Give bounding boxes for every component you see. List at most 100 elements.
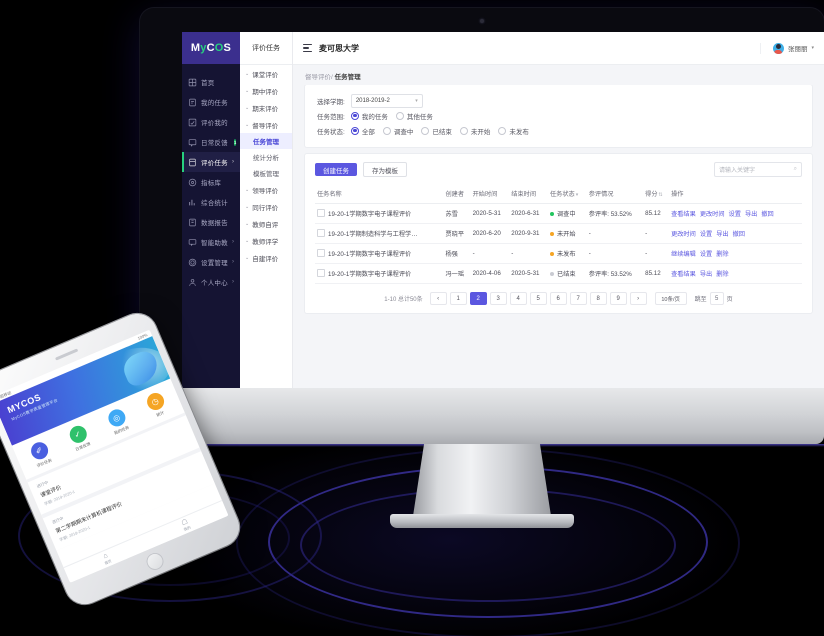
action-link-0[interactable]: 查看结果: [671, 211, 696, 218]
sidebar-item-8[interactable]: 智能助教 ›: [182, 232, 240, 252]
pagination-page-7[interactable]: 7: [569, 292, 587, 305]
task-name-text[interactable]: 19-20-1学期数字电子课程评价: [328, 209, 411, 218]
scope-radio-0[interactable]: 我的任务: [350, 111, 388, 121]
action-link-2[interactable]: 删除: [716, 251, 728, 258]
phone-quick-icon-3[interactable]: ◷ 统计: [140, 389, 174, 422]
menu-sub-item-3-2[interactable]: 模板管理: [240, 165, 292, 181]
logo-c: C: [206, 42, 215, 54]
sidebar-item-9[interactable]: 设置管理 ›: [182, 252, 240, 272]
menu-group-7[interactable]: ⌄ 教师评学: [240, 232, 292, 249]
menu-group-label: 督导评价: [252, 122, 279, 130]
phone-quick-icon-0[interactable]: ✐ 评价任务: [24, 438, 58, 471]
action-link-1[interactable]: 更改时间: [700, 211, 725, 218]
phone-tab-0[interactable]: ⌂ 首页: [101, 551, 113, 566]
phone-tab-1[interactable]: ☖ 我的: [180, 517, 192, 533]
pagination-next[interactable]: ›: [629, 292, 647, 305]
sidebar-item-10[interactable]: 个人中心 ›: [182, 272, 240, 292]
menu-group-4[interactable]: ⌄ 领导评价: [240, 181, 292, 198]
term-select[interactable]: 2018-2019-2 ▾: [350, 93, 423, 108]
breadcrumb-parent[interactable]: 督导评价/: [305, 74, 333, 81]
menu-group-0[interactable]: ⌄ 课堂评价: [240, 65, 292, 82]
action-link-0[interactable]: 查看结果: [671, 271, 696, 278]
phone-quick-icon-2[interactable]: ◎ 我的任务: [101, 405, 135, 438]
cell-status: 已结束: [547, 263, 587, 284]
action-link-1[interactable]: 设置: [700, 251, 712, 258]
action-link-1[interactable]: 设置: [700, 231, 712, 238]
status-radio-0[interactable]: 全部: [350, 126, 375, 136]
search-input[interactable]: 请输入关键字 ⌕: [714, 162, 802, 177]
sidebar-item-6[interactable]: 综合统计: [182, 192, 240, 212]
sidebar-item-4[interactable]: 评价任务 ›: [182, 152, 240, 172]
action-link-3[interactable]: 导出: [745, 211, 757, 218]
table-col-6: 得分⇅: [643, 184, 670, 204]
menu-group-label: 课堂评价: [252, 71, 279, 79]
sidebar-item-2[interactable]: 评价我的: [182, 112, 240, 132]
cell-score: -: [643, 243, 670, 264]
status-radio-4[interactable]: 未发布: [498, 126, 529, 136]
sidebar-item-7[interactable]: 数据报告: [182, 212, 240, 232]
app-logo[interactable]: MyCOS: [182, 32, 240, 64]
status-radio-2[interactable]: 已结束: [421, 126, 452, 136]
home-icon: [188, 78, 197, 87]
radio-label: 我的任务: [361, 113, 388, 121]
task-name-text[interactable]: 19-20-1学期数字电子课程评价: [328, 269, 411, 278]
cell-participation: 参评率: 53.52%: [586, 203, 644, 224]
menu-group-label: 期末评价: [252, 105, 279, 113]
pagination-page-3[interactable]: 3: [489, 292, 507, 305]
pagination-page-1[interactable]: 1: [449, 292, 467, 305]
menu-group-2[interactable]: ⌄ 期末评价: [240, 99, 292, 116]
pagination-page-2[interactable]: 2: [469, 292, 487, 305]
menu-sub-item-3-1[interactable]: 统计分析: [240, 149, 292, 165]
action-link-2[interactable]: 设置: [729, 211, 741, 218]
status-radio-3[interactable]: 未开始: [459, 126, 490, 136]
save-template-button[interactable]: 存为模板: [363, 162, 407, 177]
row-checkbox[interactable]: [317, 229, 325, 237]
menu-sub-item-3-0[interactable]: 任务管理: [240, 133, 292, 149]
menu-group-label: 同行评价: [252, 204, 279, 212]
pagination-page-9[interactable]: 9: [609, 292, 627, 305]
pagination-page-4[interactable]: 4: [509, 292, 527, 305]
cell-creator: 贾晓平: [443, 223, 471, 244]
create-task-button[interactable]: 创建任务: [315, 163, 357, 176]
phone-quick-icon-1[interactable]: ✓ 日常反馈: [63, 422, 97, 455]
menu-group-8[interactable]: ⌄ 自建评价: [240, 249, 292, 266]
menu-group-3[interactable]: ⌄ 督导评价: [240, 116, 292, 133]
row-checkbox[interactable]: [317, 269, 325, 277]
jump-input[interactable]: 5: [709, 292, 724, 305]
sidebar-item-0[interactable]: 首页: [182, 72, 240, 92]
sort-icon[interactable]: ⇅: [659, 192, 663, 198]
sidebar-item-3[interactable]: 日常反馈 1: [182, 132, 240, 152]
scope-radio-1[interactable]: 其他任务: [395, 111, 433, 121]
radio-label: 其他任务: [406, 113, 433, 121]
table-row: 19-20-1学期制造科学与工程学院督导听评… 贾晓平2020-6-202020-…: [315, 223, 802, 244]
monitor-stand-neck: [413, 444, 551, 516]
action-link-2[interactable]: 导出: [716, 231, 728, 238]
row-checkbox[interactable]: [317, 249, 325, 257]
task-name-text[interactable]: 19-20-1学期数字电子课程评价: [328, 249, 411, 258]
pagination-page-8[interactable]: 8: [589, 292, 607, 305]
cell-end-time: 2020-5-31: [509, 263, 548, 284]
menu-group-5[interactable]: ⌄ 同行评价: [240, 198, 292, 215]
task-name-text[interactable]: 19-20-1学期制造科学与工程学院督导听评…: [328, 229, 420, 238]
action-link-4[interactable]: 撤回: [761, 211, 773, 218]
pagination-page-5[interactable]: 5: [529, 292, 547, 305]
pagination-prev[interactable]: ‹: [429, 292, 447, 305]
status-radio-1[interactable]: 调查中: [382, 126, 413, 136]
menu-group-6[interactable]: ⌄ 教师自评: [240, 215, 292, 232]
sort-icon[interactable]: ▾: [576, 192, 579, 198]
pagination-page-6[interactable]: 6: [549, 292, 567, 305]
action-link-0[interactable]: 继续编辑: [671, 251, 696, 258]
action-link-3[interactable]: 撤回: [733, 231, 745, 238]
action-link-1[interactable]: 导出: [700, 271, 712, 278]
menu-group-1[interactable]: ⌄ 期中评价: [240, 82, 292, 99]
sidebar-item-5[interactable]: 指标库: [182, 172, 240, 192]
row-checkbox[interactable]: [317, 209, 325, 217]
sidebar-item-1[interactable]: 我的任务: [182, 92, 240, 112]
page-size-select[interactable]: 10条/页: [654, 292, 687, 305]
user-menu[interactable]: 张丽丽 ▾: [759, 42, 814, 54]
action-link-2[interactable]: 删除: [716, 271, 728, 278]
action-link-0[interactable]: 更改时间: [671, 231, 696, 238]
cell-status: 调查中: [547, 203, 587, 224]
hamburger-icon[interactable]: [303, 44, 312, 52]
logo-o: O: [214, 42, 224, 54]
